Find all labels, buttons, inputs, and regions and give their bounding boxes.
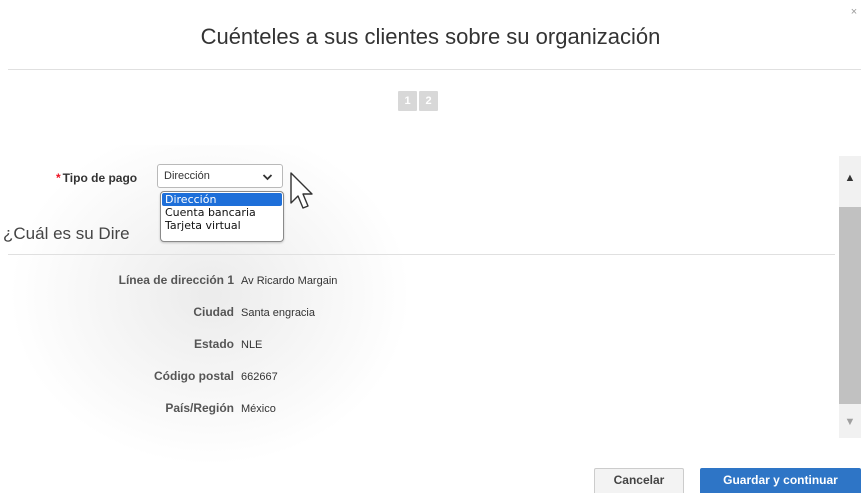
payment-type-select[interactable]: Dirección — [157, 164, 283, 188]
payment-type-dropdown: Dirección Cuenta bancaria Tarjeta virtua… — [160, 191, 284, 242]
country-row: País/Región — [30, 400, 234, 416]
cancel-button[interactable]: Cancelar — [594, 468, 684, 493]
scroll-down-arrow-icon[interactable]: ▼ — [839, 414, 861, 430]
step-indicator: 1 2 — [398, 91, 438, 111]
step-1[interactable]: 1 — [398, 91, 417, 111]
state-row: Estado — [30, 336, 234, 352]
dialog-title: Cuénteles a sus clientes sobre su organi… — [200, 24, 661, 49]
address-line1-row: Línea de dirección 1 — [30, 272, 234, 288]
dropdown-option-direccion[interactable]: Dirección — [162, 193, 282, 206]
save-continue-button[interactable]: Guardar y continuar — [700, 468, 861, 493]
payment-type-selected-value: Dirección — [164, 170, 210, 182]
state-value: NLE — [241, 339, 263, 351]
scroll-up-arrow-icon[interactable]: ▲ — [839, 170, 861, 186]
close-icon[interactable]: × — [849, 6, 859, 18]
payment-type-label-text: Tipo de pago — [62, 171, 138, 185]
postal-row: Código postal — [30, 368, 234, 384]
step-2[interactable]: 2 — [419, 91, 438, 111]
address-line1-value: Av Ricardo Margain — [241, 275, 338, 287]
dropdown-option-tarjeta-virtual[interactable]: Tarjeta virtual — [161, 219, 283, 232]
payment-type-label: * Tipo de pago — [56, 171, 137, 185]
scrollbar-thumb[interactable] — [839, 207, 861, 404]
city-label: Ciudad — [193, 305, 234, 319]
postal-label: Código postal — [154, 369, 234, 383]
dropdown-option-cuenta-bancaria[interactable]: Cuenta bancaria — [161, 206, 283, 219]
state-label: Estado — [193, 337, 234, 351]
country-label: País/Región — [165, 401, 234, 415]
section-divider — [8, 254, 835, 255]
vertical-scrollbar[interactable]: ▲ ▼ — [839, 156, 861, 438]
city-row: Ciudad — [30, 304, 234, 320]
title-divider — [8, 69, 861, 70]
mouse-pointer-icon — [289, 171, 319, 222]
address-line1-label: Línea de dirección 1 — [118, 273, 234, 287]
required-marker: * — [56, 171, 61, 185]
country-value: México — [241, 403, 276, 415]
city-value: Santa engracia — [241, 307, 315, 319]
section-question-start: ¿Cuál es su Dire — [3, 224, 130, 243]
postal-value: 662667 — [241, 371, 278, 383]
